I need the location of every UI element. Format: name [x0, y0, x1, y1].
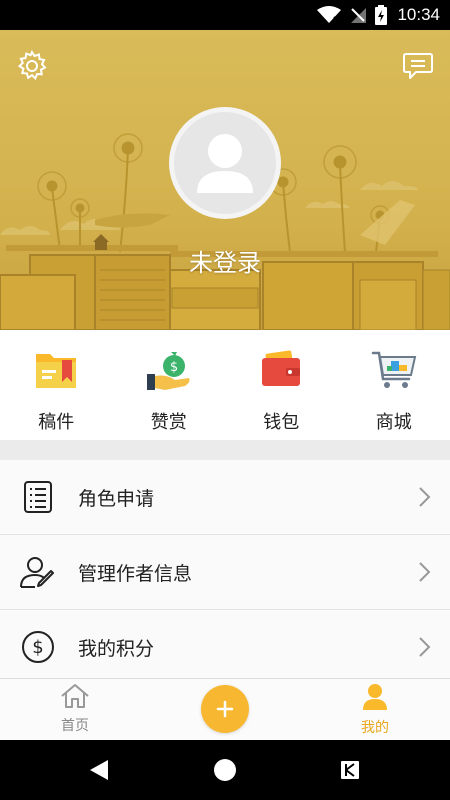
- login-status[interactable]: 未登录: [0, 243, 450, 278]
- profile-header: 未登录: [0, 30, 450, 330]
- folder-bookmark-icon: [32, 346, 80, 394]
- recents-icon[interactable]: [340, 760, 360, 780]
- user-filled-icon: [363, 684, 387, 710]
- quick-item-label: 商城: [375, 412, 412, 433]
- tab-mine[interactable]: 我的: [345, 683, 405, 737]
- cell-signal-icon: [351, 8, 367, 23]
- gear-icon: [17, 50, 47, 81]
- status-bar: 10:34: [0, 0, 450, 30]
- money-bag-hand-icon: $: [145, 346, 193, 394]
- plus-icon: [216, 700, 234, 718]
- list-item-role-application[interactable]: 角色申请: [0, 460, 450, 535]
- list-item-manage-author-info[interactable]: 管理作者信息: [0, 535, 450, 610]
- list-item-my-points[interactable]: $ 我的积分: [0, 610, 450, 685]
- dollar-circle-icon: $: [18, 627, 58, 667]
- default-user-icon: [197, 134, 253, 193]
- document-list-icon: [18, 477, 58, 517]
- svg-text:$: $: [170, 360, 178, 375]
- home-circle-icon[interactable]: [214, 759, 236, 781]
- back-icon[interactable]: [88, 758, 110, 782]
- chevron-right-icon: [419, 487, 431, 507]
- shopping-cart-icon: [370, 346, 418, 394]
- status-icons: [317, 5, 388, 25]
- status-time: 10:34: [397, 5, 440, 24]
- wifi-icon: [317, 6, 342, 23]
- user-edit-icon: [18, 552, 58, 592]
- settings-list: 角色申请 管理作者信息 $ 我的积分: [0, 460, 450, 685]
- tab-home-label: 首页: [61, 718, 89, 734]
- chevron-right-icon: [419, 637, 431, 657]
- tab-home[interactable]: 首页: [45, 683, 105, 735]
- quick-item-label: 钱包: [263, 412, 300, 433]
- bottom-nav: 首页 我的: [0, 678, 450, 740]
- wallet-icon: [257, 346, 305, 394]
- svg-text:$: $: [32, 637, 43, 658]
- quick-item-label: 稿件: [38, 412, 75, 433]
- battery-charging-icon: [375, 5, 388, 25]
- system-nav-bar: [0, 740, 450, 800]
- tab-mine-label: 我的: [361, 720, 389, 736]
- quick-item-label: 赞赏: [150, 412, 187, 433]
- home-icon: [61, 684, 89, 708]
- avatar[interactable]: [169, 107, 281, 219]
- screen: 10:34 未登录 稿件 $ 赞赏 钱包 商城 角色申请 管理作者信息 $ 我的…: [0, 0, 450, 800]
- quick-menu: 稿件 $ 赞赏 钱包 商城: [0, 330, 450, 440]
- section-divider: [0, 440, 450, 460]
- settings-button[interactable]: [14, 48, 50, 84]
- list-item-label: 管理作者信息: [78, 562, 193, 585]
- chat-bubble-icon: [403, 53, 433, 79]
- chevron-right-icon: [419, 562, 431, 582]
- quick-item-drafts[interactable]: 稿件: [0, 330, 113, 440]
- quick-item-shop[interactable]: 商城: [338, 330, 450, 440]
- quick-item-reward[interactable]: $ 赞赏: [113, 330, 226, 440]
- list-item-label: 我的积分: [78, 637, 155, 660]
- list-item-label: 角色申请: [78, 487, 155, 510]
- add-post-button[interactable]: [201, 685, 249, 733]
- messages-button[interactable]: [400, 50, 436, 82]
- quick-item-wallet[interactable]: 钱包: [225, 330, 338, 440]
